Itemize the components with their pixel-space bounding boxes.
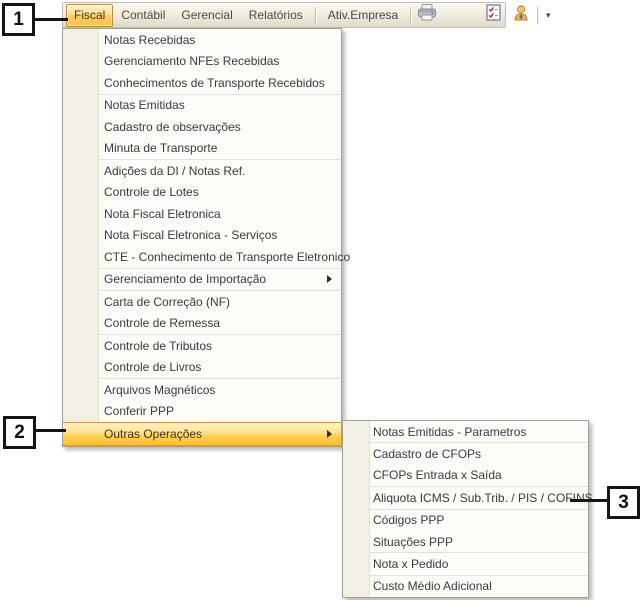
menu-item-label: Adições da DI / Notas Ref. — [104, 164, 245, 178]
menu-item-label: Conferir PPP — [104, 404, 174, 418]
toolbar-separator — [537, 7, 538, 24]
menubar-item-label: Contábil — [121, 8, 165, 22]
submenu-item-cadastro-de-cfops[interactable]: Cadastro de CFOPs — [343, 443, 588, 464]
menu-item-notas-recebidas[interactable]: Notas Recebidas — [63, 29, 341, 51]
submenu-item-situacoes-ppp[interactable]: Situações PPP — [343, 531, 588, 552]
submenu-item-label: Cadastro de CFOPs — [373, 447, 481, 461]
menubar-item-gerencial[interactable]: Gerencial — [173, 4, 240, 27]
print-button[interactable] — [415, 4, 439, 26]
menu-item-label: Nota Fiscal Eletronica — [104, 207, 221, 221]
user-icon — [513, 4, 529, 26]
submenu-item-label: Notas Emitidas - Parametros — [373, 425, 526, 439]
menu-item-label: Notas Emitidas — [104, 98, 185, 112]
menu-item-label: Controle de Tributos — [104, 339, 212, 353]
callout-2-box: 2 — [3, 416, 36, 449]
menu-item-controle-de-remessa[interactable]: Controle de Remessa — [63, 313, 341, 335]
submenu-item-custo-medio-adicional[interactable]: Custo Médio Adicional — [343, 576, 588, 597]
menu-item-label: Minuta de Transporte — [104, 141, 217, 155]
submenu-arrow-icon — [327, 275, 332, 283]
tasks-button[interactable] — [481, 4, 505, 26]
menu-item-controle-de-livros[interactable]: Controle de Livros — [63, 357, 341, 379]
menu-item-label: CTE - Conhecimento de Transporte Eletron… — [104, 250, 350, 264]
menu-separator — [315, 7, 316, 24]
user-button[interactable] — [509, 4, 533, 26]
menu-bar: Fiscal Contábil Gerencial Relatórios Ati… — [62, 2, 506, 28]
menu-bar-items: Fiscal Contábil Gerencial Relatórios Ati… — [66, 3, 406, 27]
callout-1-line — [35, 18, 68, 21]
menubar-item-fiscal[interactable]: Fiscal — [66, 4, 113, 27]
menu-item-outras-operacoes[interactable]: Outras Operações — [63, 422, 341, 446]
submenu-item-label: CFOPs Entrada x Saída — [373, 468, 502, 482]
menubar-item-label: Ativ.Empresa — [328, 8, 398, 22]
submenu-item-aliquota-icms-sub-trib-pis-cofins[interactable]: Aliquota ICMS / Sub.Trib. / PIS / COFINS — [343, 487, 588, 508]
menu-item-label: Nota Fiscal Eletronica - Serviços — [104, 228, 277, 242]
menu-item-conferir-ppp[interactable]: Conferir PPP — [63, 401, 341, 423]
menu-item-label: Outras Operações — [104, 427, 202, 441]
menu-item-label: Controle de Lotes — [104, 185, 199, 199]
toolbar-separator — [410, 7, 411, 24]
submenu-item-label: Nota x Pedido — [373, 557, 448, 571]
task-list-icon — [486, 4, 501, 26]
menu-item-cte-conhecimento-de-transporte-eletronico[interactable]: CTE - Conhecimento de Transporte Eletron… — [63, 246, 341, 268]
menu-item-label: Arquivos Magnéticos — [104, 383, 215, 397]
toolbar: ▾ — [406, 3, 554, 27]
submenu-item-label: Situações PPP — [373, 535, 453, 549]
menu-item-label: Controle de Livros — [104, 360, 201, 374]
menu-item-arquivos-magneticos[interactable]: Arquivos Magnéticos — [63, 379, 341, 401]
callout-3-line — [570, 499, 608, 502]
menu-item-label: Gerenciamento de Importação — [104, 272, 266, 286]
submenu-item-notas-emitidas-parametros[interactable]: Notas Emitidas - Parametros — [343, 421, 588, 442]
toolbar-overflow-button[interactable]: ▾ — [542, 4, 554, 26]
menu-item-label: Cadastro de observações — [104, 120, 241, 134]
menu-item-label: Controle de Remessa — [104, 316, 220, 330]
menubar-item-label: Gerencial — [181, 8, 232, 22]
menu-item-label: Notas Recebidas — [104, 33, 195, 47]
callout-3-box: 3 — [607, 486, 640, 519]
callout-2-line — [35, 429, 66, 432]
submenu-item-nota-x-pedido[interactable]: Nota x Pedido — [343, 553, 588, 574]
menu-item-label: Gerenciamento NFEs Recebidas — [104, 54, 279, 68]
menu-item-label: Carta de Correção (NF) — [104, 295, 230, 309]
submenu-item-label: Códigos PPP — [373, 513, 444, 527]
submenu-item-label: Custo Médio Adicional — [373, 579, 492, 593]
printer-icon — [417, 4, 437, 26]
menu-item-controle-de-tributos[interactable]: Controle de Tributos — [63, 335, 341, 357]
outras-operacoes-submenu-panel: Notas Emitidas - Parametros Cadastro de … — [342, 420, 589, 598]
menu-item-cadastro-de-observacoes[interactable]: Cadastro de observações — [63, 116, 341, 138]
menubar-item-ativ-empresa[interactable]: Ativ.Empresa — [320, 4, 406, 27]
menu-item-carta-de-correcao-nf[interactable]: Carta de Correção (NF) — [63, 291, 341, 313]
submenu-arrow-icon — [327, 430, 332, 438]
menu-item-gerenciamento-de-importacao[interactable]: Gerenciamento de Importação — [63, 269, 341, 291]
menu-item-gerenciamento-nfes-recebidas[interactable]: Gerenciamento NFEs Recebidas — [63, 51, 341, 73]
menu-item-controle-de-lotes[interactable]: Controle de Lotes — [63, 182, 341, 204]
menu-item-minuta-de-transporte[interactable]: Minuta de Transporte — [63, 138, 341, 160]
menu-item-adicoes-da-di-notas-ref[interactable]: Adições da DI / Notas Ref. — [63, 160, 341, 182]
fiscal-menu-panel: Notas Recebidas Gerenciamento NFEs Receb… — [62, 28, 342, 447]
menubar-item-relatorios[interactable]: Relatórios — [241, 4, 311, 27]
toolbar-overflow: ▾ — [533, 3, 554, 27]
menu-item-nota-fiscal-eletronica[interactable]: Nota Fiscal Eletronica — [63, 203, 341, 225]
menu-item-nota-fiscal-eletronica-servicos[interactable]: Nota Fiscal Eletronica - Serviços — [63, 225, 341, 247]
menu-item-notas-emitidas[interactable]: Notas Emitidas — [63, 95, 341, 117]
menu-item-label: Conhecimentos de Transporte Recebidos — [104, 76, 325, 90]
submenu-item-label: Aliquota ICMS / Sub.Trib. / PIS / COFINS — [373, 491, 593, 505]
submenu-item-codigos-ppp[interactable]: Códigos PPP — [343, 510, 588, 531]
menubar-item-label: Relatórios — [249, 8, 303, 22]
menu-item-conhecimentos-de-transporte-recebidos[interactable]: Conhecimentos de Transporte Recebidos — [63, 72, 341, 94]
menubar-item-contabil[interactable]: Contábil — [113, 4, 173, 27]
callout-1-box: 1 — [2, 3, 35, 36]
menubar-item-label: Fiscal — [74, 8, 105, 22]
submenu-item-cfops-entrada-x-saida[interactable]: CFOPs Entrada x Saída — [343, 465, 588, 486]
